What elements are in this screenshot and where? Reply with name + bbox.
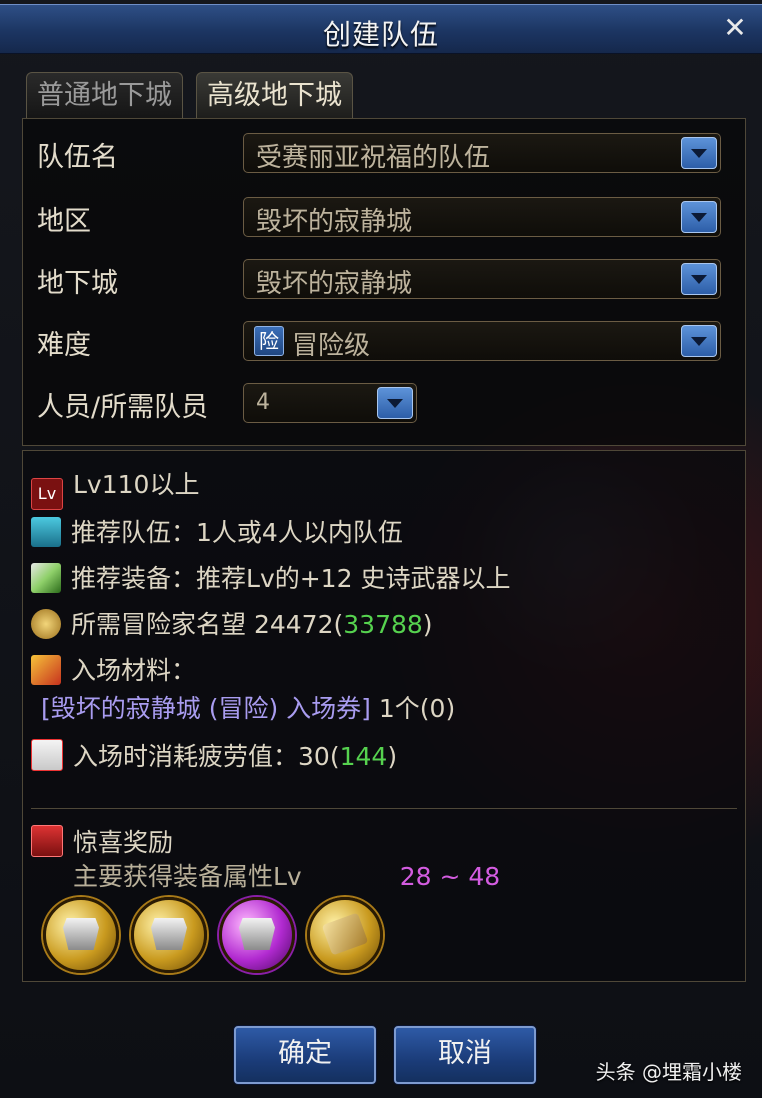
members-label: 人员/所需队员 [37,392,209,423]
fatigue-cost: 入场时消耗疲劳值：30(144) [31,737,397,773]
treasure-chest-icon [31,825,63,857]
cancel-button[interactable]: 取消 [394,1026,536,1084]
chevron-down-icon[interactable] [377,387,413,419]
tab-advanced-dungeon[interactable]: 高级地下城 [196,72,353,119]
recommended-equipment: 推荐装备：推荐Lv的+12 史诗武器以上 [31,559,510,595]
required-fame-value: 24472 [253,610,334,639]
create-team-dialog: 创建队伍 ✕ 普通地下城 高级地下城 队伍名 受赛丽亚祝福的队伍 地区 毁坏的寂… [0,0,762,1098]
level-icon: Lv [31,478,63,510]
region-select[interactable]: 毁坏的寂静城 [243,197,721,237]
reward-armor-icon[interactable] [43,897,119,973]
fatigue-value: 30 [298,742,330,771]
reward-level-range: 28 ~ 48 [399,862,501,891]
required-fame: 所需冒险家名望 24472(33788) [31,605,433,641]
surprise-reward-title: 惊喜奖励 [31,823,173,859]
own-fatigue-value: 144 [339,742,388,771]
party-icon [31,517,61,547]
recommended-equipment-value: 推荐Lv的+12 史诗武器以上 [196,564,511,593]
chevron-down-icon[interactable] [681,137,717,169]
reward-level-label: 主要获得装备属性Lv [73,862,302,891]
watermark: 头条 @埋霜小楼 [595,1060,742,1084]
recommended-team-value: 1人或4人以内队伍 [196,518,403,547]
material-icon [31,655,61,685]
section-divider [31,808,737,809]
team-name-select[interactable]: 受赛丽亚祝福的队伍 [243,133,721,173]
title-bar[interactable]: 创建队伍 ✕ [0,4,762,54]
team-name-label: 队伍名 [37,142,118,173]
entry-ticket-count: 1个(0) [378,694,456,723]
dungeon-label: 地下城 [37,268,118,299]
sword-icon [31,563,61,593]
members-value: 4 [256,390,270,415]
chevron-down-icon[interactable] [681,263,717,295]
chevron-down-icon[interactable] [681,201,717,233]
region-label: 地区 [37,206,91,237]
dungeon-value: 毁坏的寂静城 [256,269,413,299]
reward-armor-icon[interactable] [131,897,207,973]
region-value: 毁坏的寂静城 [256,207,413,237]
required-fame-label: 所需冒险家名望 [71,610,247,639]
recommended-team: 推荐队伍：1人或4人以内队伍 [31,513,403,549]
members-select[interactable]: 4 [243,383,417,423]
recommended-equipment-label: 推荐装备： [71,564,197,593]
level-requirement: Lv Lv110以上 [31,465,199,510]
difficulty-value: 冒险级 [292,331,371,361]
chevron-down-icon[interactable] [681,325,717,357]
reward-level-line: 主要获得装备属性Lv 28 ~ 48 [73,857,500,893]
level-requirement-text: Lv110以上 [73,470,200,499]
dungeon-select[interactable]: 毁坏的寂静城 [243,259,721,299]
fatigue-label: 入场时消耗疲劳值： [73,742,299,771]
team-form-panel: 队伍名 受赛丽亚祝福的队伍 地区 毁坏的寂静城 地下城 毁坏的寂静城 难度 险 … [22,118,746,446]
tab-normal-dungeon[interactable]: 普通地下城 [26,72,183,119]
fame-icon [31,609,61,639]
confirm-button[interactable]: 确定 [234,1026,376,1084]
reward-epic-armor-icon[interactable] [219,897,295,973]
dungeon-info-panel: Lv Lv110以上 推荐队伍：1人或4人以内队伍 推荐装备：推荐Lv的+12 史… [22,450,746,982]
team-name-value: 受赛丽亚祝福的队伍 [256,143,491,173]
close-icon[interactable]: ✕ [722,14,748,42]
adventure-difficulty-icon: 险 [254,326,284,356]
difficulty-label: 难度 [37,330,91,361]
reward-material-icon[interactable] [307,897,383,973]
recommended-team-label: 推荐队伍： [71,518,197,547]
difficulty-select[interactable]: 险 冒险级 [243,321,721,361]
fatigue-icon [31,739,63,771]
own-fame-value: 33788 [343,610,423,639]
surprise-reward-label: 惊喜奖励 [73,828,174,857]
entry-ticket: [毁坏的寂静城 (冒险) 入场券] 1个(0) [41,689,455,725]
entry-material-label: 入场材料： [71,656,197,685]
dialog-title: 创建队伍 [322,18,439,51]
entry-ticket-link[interactable]: [毁坏的寂静城 (冒险) 入场券] [41,694,371,723]
entry-material: 入场材料： [31,651,196,687]
